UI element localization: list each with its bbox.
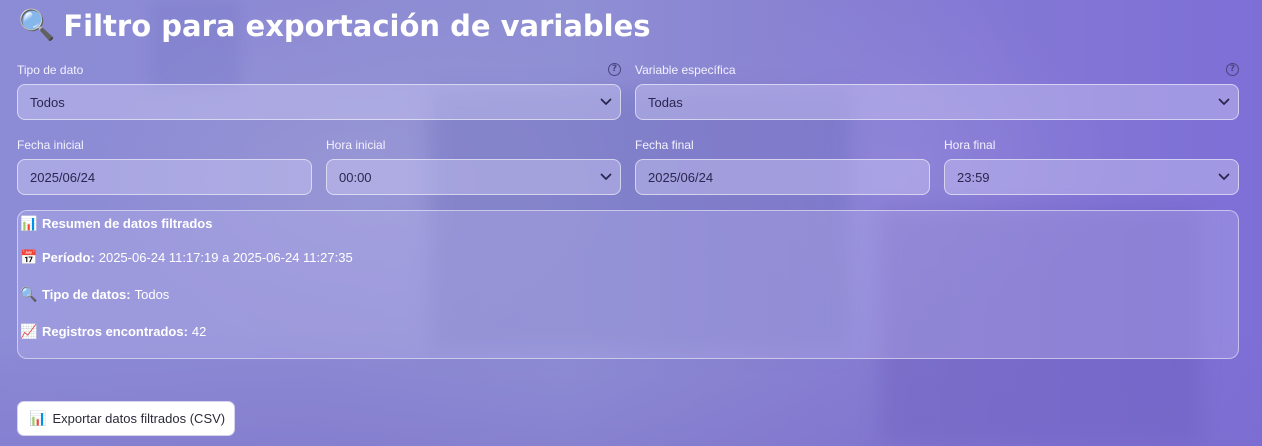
records-value: 42 <box>191 324 207 339</box>
page-title-text: Filtro para exportación de variables <box>63 9 651 43</box>
chevron-down-icon <box>592 173 620 181</box>
magnifier-icon: 🔍 <box>20 286 38 302</box>
trend-chart-icon: 📈 <box>20 323 38 339</box>
records-label: Registros encontrados: <box>42 324 188 339</box>
variable-value: Todas <box>648 94 683 110</box>
start-time-label: Hora inicial <box>326 138 386 152</box>
start-date-input[interactable]: 2025/06/24 <box>17 159 312 195</box>
end-date-value: 2025/06/24 <box>648 169 714 185</box>
summary-heading-text: Resumen de datos filtrados <box>42 216 213 231</box>
export-csv-button[interactable]: 📊 Exportar datos filtrados (CSV) <box>17 401 235 436</box>
chevron-down-icon <box>1210 173 1238 181</box>
chevron-down-icon <box>1210 98 1238 106</box>
end-time-select[interactable]: 23:59 <box>944 159 1239 195</box>
period-label: Período: <box>42 250 95 265</box>
start-date-label: Fecha inicial <box>17 138 84 152</box>
period-value: 2025-06-24 11:17:19 a 2025-06-24 11:27:3… <box>98 250 353 265</box>
start-time-value: 00:00 <box>339 169 372 185</box>
filter-summary-panel: 📊 Resumen de datos filtrados 📅 Período: … <box>17 210 1239 359</box>
data-type-value: Todos <box>30 94 65 110</box>
data-type-summary-value: Todos <box>134 287 170 302</box>
summary-heading: 📊 Resumen de datos filtrados <box>20 215 212 232</box>
data-type-select[interactable]: Todos <box>17 84 621 120</box>
magnifier-icon: 🔍 <box>18 8 56 43</box>
page-title: 🔍 Filtro para exportación de variables <box>18 6 651 46</box>
summary-data-type: 🔍 Tipo de datos: Todos <box>20 286 169 303</box>
end-date-label: Fecha final <box>635 138 694 152</box>
data-type-summary-label: Tipo de datos: <box>42 287 131 302</box>
chevron-down-icon <box>592 98 620 106</box>
end-date-input[interactable]: 2025/06/24 <box>635 159 930 195</box>
export-csv-label: Exportar datos filtrados (CSV) <box>52 411 226 426</box>
bar-chart-icon: 📊 <box>29 410 47 426</box>
variable-select[interactable]: Todas <box>635 84 1239 120</box>
end-time-label: Hora final <box>944 138 996 152</box>
variable-label: Variable específica <box>635 63 736 77</box>
data-type-label: Tipo de dato <box>17 63 84 77</box>
summary-records: 📈 Registros encontrados: 42 <box>20 323 206 340</box>
bar-chart-icon: 📊 <box>20 215 38 231</box>
help-icon[interactable]: ? <box>608 63 621 76</box>
start-date-value: 2025/06/24 <box>30 169 96 185</box>
help-icon[interactable]: ? <box>1226 63 1239 76</box>
summary-period: 📅 Período: 2025-06-24 11:17:19 a 2025-06… <box>20 249 353 266</box>
calendar-icon: 📅 <box>20 249 38 265</box>
end-time-value: 23:59 <box>957 169 990 185</box>
start-time-select[interactable]: 00:00 <box>326 159 621 195</box>
